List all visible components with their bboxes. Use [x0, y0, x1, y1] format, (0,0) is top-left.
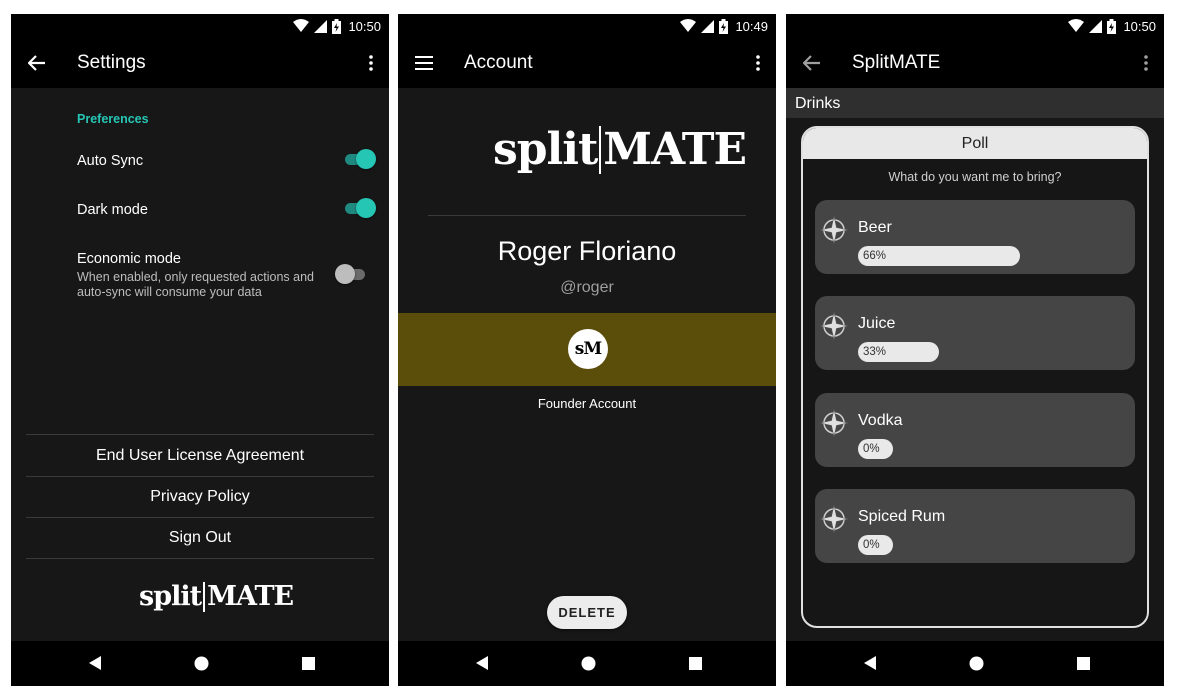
option-label: Vodka — [858, 412, 903, 429]
status-time: 10:49 — [735, 18, 768, 34]
page-title: Settings — [77, 52, 146, 73]
poll-question: What do you want me to bring? — [888, 170, 1062, 184]
nav-recents-icon[interactable] — [685, 653, 705, 673]
user-name: Roger Floriano — [497, 236, 677, 266]
option-progress: 0% — [858, 439, 893, 459]
section-header: Drinks — [786, 88, 1164, 118]
dark-mode-toggle[interactable] — [343, 198, 376, 218]
nav-back-icon[interactable] — [472, 653, 492, 673]
poll-option-vodka[interactable]: Vodka 0% — [815, 393, 1135, 467]
divider — [428, 215, 746, 216]
account-banner: sM — [398, 313, 776, 386]
splitmate-logo: split MATE — [139, 581, 294, 612]
option-progress: 0% — [858, 535, 893, 555]
nav-recents-icon[interactable] — [298, 653, 318, 673]
wifi-icon — [680, 19, 697, 32]
compass-star-icon — [820, 312, 848, 340]
auto-sync-toggle[interactable] — [343, 149, 376, 169]
status-bar: 10:50 — [11, 14, 389, 38]
poll-option-beer[interactable]: Beer 66% — [815, 200, 1135, 274]
option-label: Beer — [858, 219, 892, 236]
compass-star-icon — [820, 409, 848, 437]
user-handle: @roger — [560, 279, 614, 296]
option-progress: 66% — [858, 246, 1020, 266]
compass-star-icon — [820, 216, 848, 244]
delete-button[interactable]: DELETE — [547, 596, 627, 629]
back-arrow-icon[interactable] — [25, 51, 49, 75]
wifi-icon — [293, 19, 310, 32]
wifi-icon — [1068, 19, 1085, 32]
overflow-menu-icon[interactable] — [363, 51, 379, 75]
battery-charging-icon — [332, 18, 342, 34]
settings-screen: 10:50 Settings Preferences Auto Sync Dar… — [11, 14, 389, 686]
splitmate-logo: split MATE — [493, 124, 747, 175]
divider — [26, 558, 374, 559]
founder-badge: sM — [568, 329, 608, 369]
signal-icon — [701, 19, 715, 33]
signal-icon — [314, 19, 328, 33]
signal-icon — [1089, 19, 1103, 33]
eula-link[interactable]: End User License Agreement — [26, 436, 374, 476]
back-arrow-icon[interactable] — [800, 51, 824, 75]
poll-card: Poll What do you want me to bring? Beer … — [801, 126, 1149, 628]
section-title: Drinks — [795, 95, 841, 112]
nav-recents-icon[interactable] — [1073, 653, 1093, 673]
nav-home-icon[interactable] — [966, 653, 986, 673]
poll-title: Poll — [803, 128, 1147, 159]
overflow-menu-icon[interactable] — [1138, 51, 1154, 75]
status-time: 10:50 — [1123, 18, 1156, 34]
preferences-header: Preferences — [77, 112, 149, 126]
poll-option-spiced-rum[interactable]: Spiced Rum 0% — [815, 489, 1135, 563]
nav-back-icon[interactable] — [860, 653, 880, 673]
battery-charging-icon — [719, 18, 729, 34]
badge-label: Founder Account — [537, 396, 637, 411]
poll-option-juice[interactable]: Juice 33% — [815, 296, 1135, 370]
status-bar: 10:49 — [398, 14, 776, 38]
battery-charging-icon — [1107, 18, 1117, 34]
overflow-menu-icon[interactable] — [750, 51, 766, 75]
system-nav-bar — [398, 641, 776, 686]
status-bar: 10:50 — [786, 14, 1164, 38]
system-nav-bar — [11, 641, 389, 686]
hamburger-menu-icon[interactable] — [412, 51, 436, 75]
page-title: Account — [464, 52, 533, 73]
option-label: Juice — [858, 315, 896, 332]
page-title: SplitMATE — [852, 52, 941, 73]
option-label: Spiced Rum — [858, 508, 946, 525]
divider — [26, 434, 374, 435]
sign-out-link[interactable]: Sign Out — [26, 518, 374, 558]
economic-mode-label: Economic mode — [77, 251, 181, 267]
compass-star-icon — [820, 505, 848, 533]
poll-screen: 10:50 SplitMATE Drinks Poll What do you … — [786, 14, 1164, 686]
economic-mode-description: When enabled, only requested actions and… — [77, 270, 314, 299]
option-progress: 33% — [858, 342, 939, 362]
economic-mode-toggle[interactable] — [335, 264, 367, 284]
nav-home-icon[interactable] — [191, 653, 211, 673]
nav-home-icon[interactable] — [578, 653, 598, 673]
auto-sync-label: Auto Sync — [77, 153, 144, 169]
nav-back-icon[interactable] — [85, 653, 105, 673]
privacy-policy-link[interactable]: Privacy Policy — [26, 477, 374, 517]
app-bar: Account — [398, 38, 776, 88]
dark-mode-label: Dark mode — [77, 202, 148, 218]
app-bar: Settings — [11, 38, 389, 88]
app-bar: SplitMATE — [786, 38, 1164, 88]
status-time: 10:50 — [348, 18, 381, 34]
system-nav-bar — [786, 641, 1164, 686]
account-screen: 10:49 Account split MATE Roger Floriano @… — [398, 14, 776, 686]
